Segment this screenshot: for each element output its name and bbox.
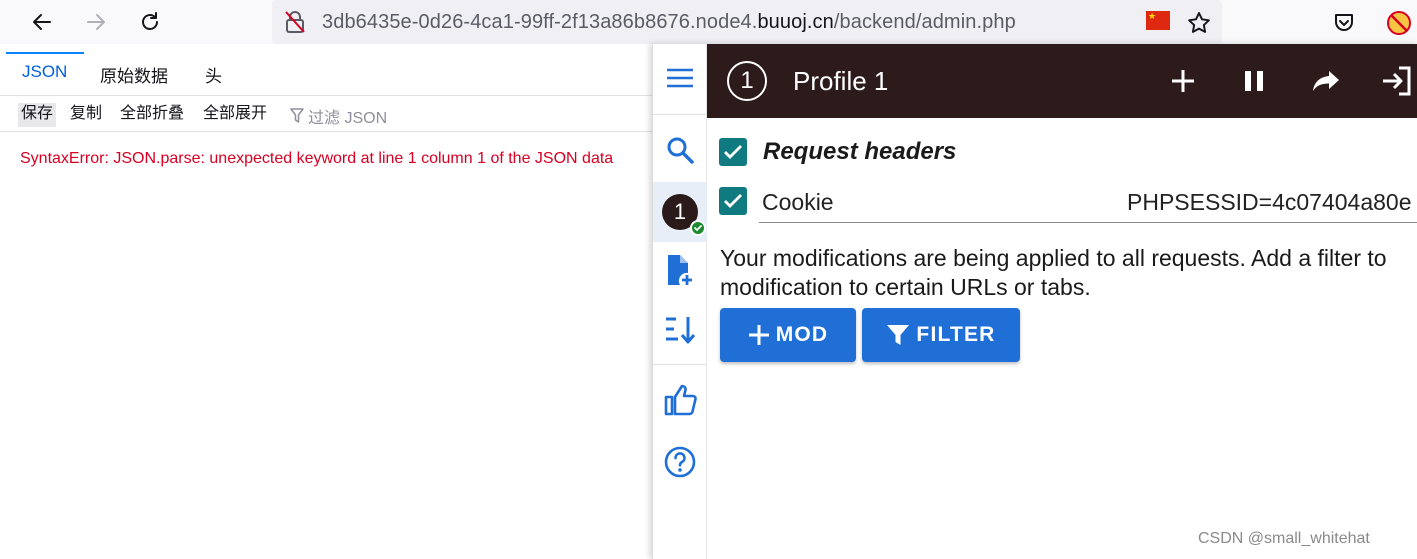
filter-hint-line-2: modification to certain URLs or tabs. [720,274,1091,300]
import-button[interactable] [1379,63,1415,99]
pause-button[interactable] [1236,63,1272,99]
profile-badge-number: 1 [673,199,687,224]
help-question-icon [664,446,696,478]
forward-button[interactable] [78,4,114,40]
header-value-field[interactable]: PHPSESSID=4c07404a80e [1127,189,1412,216]
reload-button[interactable] [132,4,168,40]
sidebar-divider [653,364,707,365]
sidebar-profile-1[interactable]: 1 [653,182,707,242]
filter-json-input[interactable]: 过滤 JSON [290,104,387,128]
plus-icon [1172,70,1194,92]
file-add-icon [668,255,692,285]
csdn-watermark: CSDN @small_whitehat [1198,530,1370,547]
browser-toolbar: 3db6435e-0d26-4ca1-99ff-2f13a86b8676.nod… [0,0,1417,44]
share-button[interactable] [1308,63,1344,99]
add-filter-button[interactable]: FILTER [862,308,1020,362]
cookie-header-checkbox[interactable] [719,187,747,215]
bookmark-star-icon[interactable] [1186,10,1212,36]
profile-title[interactable]: Profile 1 [793,66,888,97]
active-tab-indicator [6,52,84,54]
help-button[interactable] [653,434,707,490]
search-icon [667,137,694,164]
back-arrow-icon [33,14,51,30]
modheader-popup: 1 1 Profile 1 Request headers Cookie PHP… [652,44,1417,559]
rate-button[interactable] [653,372,707,428]
request-headers-label: Request headers [763,138,957,165]
header-row-underline [759,222,1417,223]
collapse-all-button[interactable]: 全部折叠 [117,103,187,127]
pause-icon [1245,71,1263,91]
sidebar-divider [653,114,707,115]
save-button[interactable]: 保存 [18,103,57,127]
active-check-icon [690,220,706,236]
sort-descending-icon [666,317,696,344]
profile-badge: 1 [662,194,706,236]
china-flag-icon[interactable]: ★ [1146,11,1170,30]
profile-number-badge[interactable]: 1 [727,61,767,101]
tab-raw-data[interactable]: 原始数据 [100,62,168,87]
header-name-field[interactable]: Cookie [762,189,834,216]
request-headers-checkbox[interactable] [719,138,747,166]
json-viewer-toolbar: 保存 复制 全部折叠 全部展开 过滤 JSON [0,96,660,132]
checkmark-icon [724,194,742,208]
back-button[interactable] [24,4,60,40]
checkmark-icon [724,145,742,159]
json-parse-error: SyntaxError: JSON.parse: unexpected keyw… [20,150,614,167]
share-arrow-icon [1313,71,1339,91]
add-button[interactable] [1165,63,1201,99]
hamburger-menu-icon [667,68,693,88]
search-button[interactable] [653,122,707,178]
profile-content: Request headers Cookie PHPSESSID=4c07404… [707,118,1417,559]
menu-button[interactable] [653,50,707,106]
url-host: buuoj.cn [757,11,834,33]
add-mod-button[interactable]: MOD [720,308,856,362]
sort-button[interactable] [653,302,707,358]
extension-blocked-icon[interactable] [1386,10,1412,36]
add-filter-label: FILTER [916,323,996,346]
pocket-icon[interactable] [1332,11,1356,35]
reload-icon [142,12,158,30]
filter-hint-line-1: Your modifications are being applied to … [720,245,1387,271]
filter-placeholder: 过滤 JSON [308,110,388,127]
insecure-lock-icon[interactable] [284,10,306,34]
url-bar[interactable]: 3db6435e-0d26-4ca1-99ff-2f13a86b8676.nod… [272,0,1222,44]
modheader-sidebar: 1 [653,44,707,559]
json-viewer-tabs: JSON 原始数据 头 [0,52,660,96]
filter-hint-text: Your modifications are being applied to … [720,244,1417,302]
url-path: /backend/admin.php [833,11,1016,33]
tab-headers[interactable]: 头 [205,62,222,87]
add-mod-label: MOD [775,323,829,346]
url-text[interactable]: 3db6435e-0d26-4ca1-99ff-2f13a86b8676.nod… [322,11,1016,34]
copy-button[interactable]: 复制 [67,103,105,127]
profile-header: 1 Profile 1 [707,44,1417,118]
expand-all-button[interactable]: 全部展开 [200,103,270,127]
url-prefix: 3db6435e-0d26-4ca1-99ff-2f13a86b8676.nod… [322,11,758,33]
forward-arrow-icon [87,14,105,30]
add-profile-button[interactable] [653,242,707,298]
sign-in-icon [1383,66,1411,96]
filter-icon [290,108,304,123]
funnel-filter-icon [887,325,910,345]
tab-json[interactable]: JSON [22,62,67,82]
plus-icon [748,325,769,345]
thumbs-up-icon [664,384,697,416]
